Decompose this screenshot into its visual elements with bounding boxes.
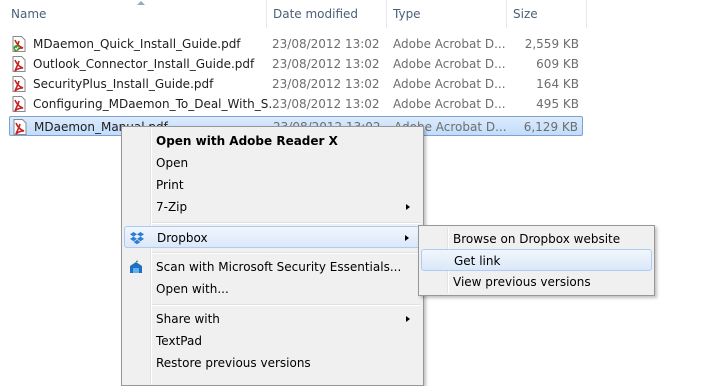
- menu-separator: [152, 222, 420, 224]
- pdf-icon: [12, 96, 26, 112]
- column-header-size-label: Size: [513, 7, 538, 21]
- menu-item-7zip[interactable]: 7-Zip: [124, 196, 421, 218]
- menu-item-label: Open with...: [156, 282, 229, 296]
- column-header: Name Date modified Type Size: [0, 0, 703, 29]
- security-essentials-icon: [130, 260, 142, 273]
- file-size: 6,129 KB: [523, 120, 578, 134]
- column-header-size[interactable]: Size: [507, 0, 587, 28]
- column-header-date-modified[interactable]: Date modified: [267, 0, 387, 28]
- menu-item-open[interactable]: Open: [124, 152, 421, 174]
- menu-item-label: Restore previous versions: [156, 356, 311, 370]
- sort-ascending-icon: [137, 1, 145, 5]
- file-row[interactable]: Configuring_MDaemon_To_Deal_With_S... 23…: [9, 94, 583, 114]
- submenu-arrow-icon: [406, 204, 410, 210]
- file-date: 23/08/2012 13:02: [272, 57, 380, 71]
- pdf-shared-icon: [12, 36, 26, 52]
- file-type: Adobe Acrobat D...: [393, 57, 506, 71]
- file-name: SecurityPlus_Install_Guide.pdf: [33, 77, 214, 91]
- context-menu: Open with Adobe Reader X Open Print 7-Zi…: [121, 126, 424, 386]
- column-header-date-label: Date modified: [273, 7, 359, 21]
- file-name: Outlook_Connector_Install_Guide.pdf: [33, 57, 255, 71]
- column-header-type-label: Type: [393, 7, 421, 21]
- menu-separator: [152, 252, 420, 254]
- menu-item-textpad[interactable]: TextPad: [124, 330, 421, 352]
- menu-item-print[interactable]: Print: [124, 174, 421, 196]
- file-size: 609 KB: [536, 57, 579, 71]
- menu-item-open-with-reader[interactable]: Open with Adobe Reader X: [124, 130, 421, 152]
- file-explorer: Name Date modified Type Size MDaemon_Qui…: [0, 0, 703, 386]
- submenu-item-label: View previous versions: [453, 275, 591, 289]
- menu-item-label: TextPad: [156, 334, 202, 348]
- submenu-arrow-icon: [406, 316, 410, 322]
- file-row[interactable]: SecurityPlus_Install_Guide.pdf 23/08/201…: [9, 74, 583, 94]
- submenu-item-browse-dropbox[interactable]: Browse on Dropbox website: [421, 228, 652, 250]
- menu-item-share-with[interactable]: Share with: [124, 308, 421, 330]
- submenu-arrow-icon: [405, 235, 409, 241]
- file-row[interactable]: Outlook_Connector_Install_Guide.pdf 23/0…: [9, 54, 583, 74]
- file-name: Configuring_MDaemon_To_Deal_With_S...: [33, 97, 280, 111]
- pdf-icon: [13, 119, 27, 135]
- menu-item-label: Share with: [156, 312, 220, 326]
- file-date: 23/08/2012 13:02: [272, 37, 380, 51]
- menu-item-dropbox[interactable]: Dropbox: [124, 226, 421, 248]
- menu-item-open-with[interactable]: Open with...: [124, 278, 421, 300]
- submenu-item-get-link[interactable]: Get link: [421, 249, 652, 271]
- submenu-item-label: Browse on Dropbox website: [453, 232, 621, 246]
- file-row[interactable]: MDaemon_Quick_Install_Guide.pdf 23/08/20…: [9, 34, 583, 54]
- submenu-item-label: Get link: [454, 254, 501, 268]
- menu-item-label: Print: [156, 178, 184, 192]
- column-header-name-label: Name: [11, 7, 47, 21]
- file-date: 23/08/2012 13:02: [272, 97, 380, 111]
- file-size: 164 KB: [536, 77, 579, 91]
- pdf-icon: [12, 56, 26, 72]
- file-type: Adobe Acrobat D...: [393, 97, 506, 111]
- dropbox-icon: [130, 232, 144, 245]
- file-size: 495 KB: [536, 97, 579, 111]
- submenu-item-view-previous-versions[interactable]: View previous versions: [421, 271, 652, 293]
- file-name: MDaemon_Quick_Install_Guide.pdf: [33, 37, 241, 51]
- menu-item-scan[interactable]: Scan with Microsoft Security Essentials.…: [124, 256, 421, 278]
- file-date: 23/08/2012 13:02: [272, 77, 380, 91]
- menu-separator: [152, 304, 420, 306]
- menu-item-label: Dropbox: [157, 231, 208, 245]
- menu-item-label: Open with Adobe Reader X: [156, 134, 338, 148]
- menu-item-label: Scan with Microsoft Security Essentials.…: [156, 260, 402, 274]
- dropbox-submenu: Browse on Dropbox website Get link View …: [418, 225, 655, 296]
- file-type: Adobe Acrobat D...: [393, 77, 506, 91]
- column-header-name[interactable]: Name: [5, 0, 267, 28]
- menu-item-restore-previous-versions[interactable]: Restore previous versions: [124, 352, 421, 374]
- pdf-icon: [12, 76, 26, 92]
- file-type: Adobe Acrobat D...: [393, 37, 506, 51]
- menu-item-label: 7-Zip: [156, 200, 188, 214]
- file-size: 2,559 KB: [524, 37, 579, 51]
- menu-item-label: Open: [156, 156, 189, 170]
- column-header-type[interactable]: Type: [387, 0, 507, 28]
